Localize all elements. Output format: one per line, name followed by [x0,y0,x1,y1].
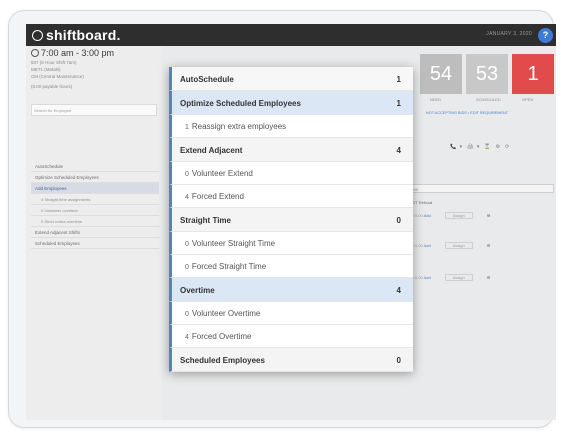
background-table-row: 0.00 0.00 Add Assign ❶ [406,274,554,282]
sub-item-text: Forced Overtime [191,332,252,341]
shift-meta-3: CM (Central Maintenance) [31,74,84,79]
assign-button[interactable]: Assign [444,274,473,281]
popup-group-row[interactable]: Straight Time 0 [169,208,413,232]
requirement-links[interactable]: NOT ACCEPTING BIDS • EDIT REQUIREMENT [426,111,508,115]
clock-icon [31,49,39,57]
sub-item-label: 1 Reassign extra employees [185,122,286,131]
sub-item-count: 0 [185,241,189,248]
group-count: 1 [396,99,401,108]
assign-button[interactable]: Assign [444,212,473,219]
sub-item-count: 4 [185,334,189,341]
info-icon[interactable]: ❶ [487,213,491,218]
popup-sub-row[interactable]: 4 Forced Extend [169,185,413,208]
group-count: 0 [396,356,401,365]
sub-item-text: Volunteer Extend [191,169,253,178]
info-icon[interactable]: ❶ [487,243,491,248]
nav-item-3[interactable]: 4 Straight time assignments [31,194,159,205]
group-count: 4 [396,286,401,295]
tool-icon-0[interactable]: 📞 ▾ [450,144,463,150]
tool-icon-3[interactable]: ⚙ [496,144,501,150]
sub-item-label: 0 Forced Straight Time [185,262,266,271]
popup-sub-row[interactable]: 1 Reassign extra employees [169,115,413,138]
background-table-row: 0.00 0.00 Add Assign ❶ [406,212,554,220]
tool-icon-2[interactable]: ⏳ [484,144,491,150]
info-icon[interactable]: ❶ [487,275,491,280]
sub-item-count: 1 [185,124,189,131]
logo-mark-icon [32,30,43,41]
group-label: Optimize Scheduled Employees [180,99,301,108]
sub-item-label: 4 Forced Overtime [185,332,251,341]
group-label: Straight Time [180,216,231,225]
group-count: 0 [396,216,401,225]
stat-tile-1: 53 [466,54,508,94]
popup-sub-row[interactable]: 0 Forced Straight Time [169,255,413,278]
help-icon[interactable]: ? [538,28,553,43]
shiftboard-logo[interactable]: shiftboard. [32,27,121,43]
tool-icon-1[interactable]: 🖨 ▾ [467,144,480,150]
nav-item-0[interactable]: AutoSchedule [31,161,159,172]
background-table-row: 0.00 0.00 Add Assign ❶ [406,242,554,250]
group-count: 4 [396,146,401,155]
group-label: Overtime [180,286,215,295]
sub-item-label: 4 Forced Extend [185,192,244,201]
sub-item-text: Volunteer Overtime [191,309,261,318]
sub-item-count: 0 [185,311,189,318]
stat-tile-2: 1 [512,54,554,94]
sub-item-text: Forced Straight Time [191,262,267,271]
toolbar: 📞 ▾ 🖨 ▾ ⏳ ⚙ ⟳ [450,144,514,150]
tool-icon-4[interactable]: ⟳ [505,144,510,150]
group-count: 1 [396,75,401,84]
sub-item-text: Volunteer Straight Time [191,239,276,248]
sub-item-label: 0 Volunteer Straight Time [185,239,275,248]
nav-item-7[interactable]: Scheduled Employees [31,238,159,249]
stat-tile-label-2: OPEN [522,97,534,102]
shift-meta-1: 507 (8 Hour Shift 7am) [31,60,77,65]
shift-select[interactable]: Shift [406,184,554,193]
sub-item-count: 0 [185,171,189,178]
shift-hours: (8.00 payable hours) [31,84,73,89]
assign-button[interactable]: Assign [444,242,473,249]
sub-item-text: Forced Extend [191,192,244,201]
left-nav: AutoSchedule Optimize Scheduled Employees… [31,161,159,249]
popup-sub-row[interactable]: 0 Volunteer Overtime [169,302,413,325]
shift-meta-2: MET1 (Metals) [31,67,61,72]
popup-sub-row[interactable]: 4 Forced Overtime [169,325,413,348]
group-label: Scheduled Employees [180,356,265,365]
autoschedule-popup: AutoSchedule 1 Optimize Scheduled Employee… [169,67,413,372]
employee-search-input[interactable]: Search for Employee [31,104,157,116]
stat-tile-label-0: NEED [430,97,442,102]
sub-item-label: 0 Volunteer Overtime [185,309,260,318]
logo-text: shiftboard. [46,27,121,43]
popup-group-row[interactable]: Optimize Scheduled Employees 1 [169,91,413,115]
add-link[interactable]: Add [424,243,431,248]
sub-item-count: 0 [185,264,189,271]
nav-item-6[interactable]: Extend Adjacent Shifts [31,227,159,238]
stat-tile-0: 54 [420,54,462,94]
nav-item-1[interactable]: Optimize Scheduled Employees [31,172,159,183]
nav-item-2[interactable]: Add Employees [31,183,159,194]
current-date: JANUARY 3, 2020 [486,31,532,37]
add-link[interactable]: Add [424,213,431,218]
shift-time: 7:00 am - 3:00 pm [31,48,114,58]
popup-group-row[interactable]: AutoSchedule 1 [169,67,413,91]
sub-item-count: 4 [185,194,189,201]
popup-sub-row[interactable]: 0 Volunteer Straight Time [169,232,413,255]
popup-group-row[interactable]: Scheduled Employees 0 [169,348,413,372]
top-bar: shiftboard. JANUARY 3, 2020 ? [26,24,556,46]
sub-item-label: 0 Volunteer Extend [185,169,253,178]
nav-item-5[interactable]: 0 Short notice overtime [31,216,159,227]
sub-item-text: Reassign extra employees [191,122,287,131]
nav-item-4[interactable]: 0 Volunteer overtime [31,205,159,216]
popup-group-row[interactable]: Extend Adjacent 4 [169,138,413,162]
group-label: AutoSchedule [180,75,234,84]
add-link[interactable]: Add [424,275,431,280]
group-label: Extend Adjacent [180,146,243,155]
popup-sub-row[interactable]: 0 Volunteer Extend [169,162,413,185]
shift-panel: 7:00 am - 3:00 pm 507 (8 Hour Shift 7am)… [26,46,162,420]
shift-time-text: 7:00 am - 3:00 pm [41,48,115,58]
popup-group-row[interactable]: Overtime 4 [169,278,413,302]
stat-tile-label-1: SCHEDULED [476,97,501,102]
